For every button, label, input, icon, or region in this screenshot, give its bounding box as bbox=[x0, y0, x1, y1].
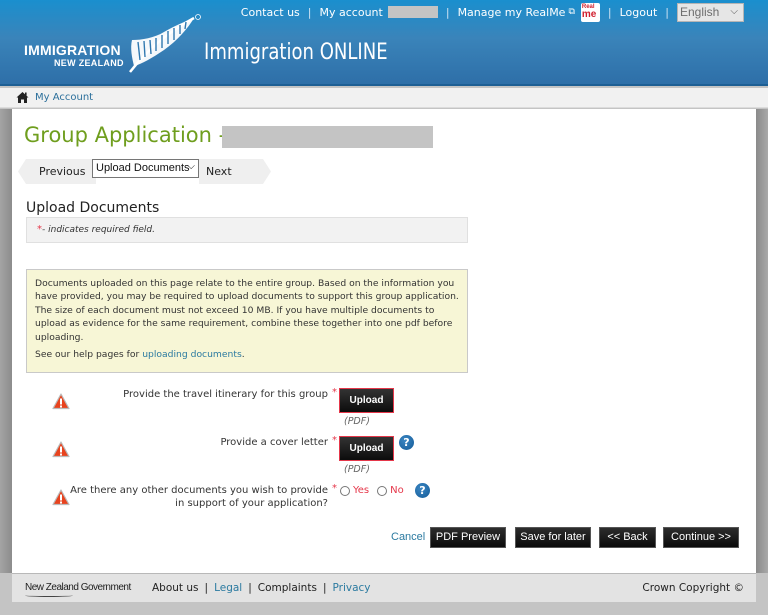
help-line: See our help pages for uploading documen… bbox=[35, 348, 459, 361]
footer-link-complaints[interactable]: Complaints bbox=[258, 582, 317, 594]
uploading-documents-link[interactable]: uploading documents bbox=[142, 349, 242, 360]
silver-fern-icon bbox=[129, 14, 201, 73]
field-label: Provide the travel itinerary for this gr… bbox=[123, 389, 328, 400]
radio-no[interactable] bbox=[377, 485, 388, 496]
radio-yes-label: Yes bbox=[353, 485, 370, 496]
nav-separator: | bbox=[665, 5, 669, 19]
page-title: Group Application - bbox=[24, 123, 227, 147]
redacted-username bbox=[387, 6, 438, 18]
upload-cover-letter-button[interactable]: Upload bbox=[339, 436, 394, 461]
footer-link-privacy[interactable]: Privacy bbox=[332, 582, 370, 594]
radio-no-label: No bbox=[390, 485, 404, 496]
save-for-later-button[interactable]: Save for later bbox=[515, 527, 591, 548]
field-label: Are there any other documents you wish t… bbox=[70, 484, 328, 510]
back-button[interactable]: << Back bbox=[599, 527, 656, 548]
warning-icon bbox=[52, 441, 70, 458]
footer-link-legal[interactable]: Legal bbox=[214, 582, 242, 594]
field-label-line2: in support of your application? bbox=[175, 498, 328, 509]
info-paragraph: Documents uploaded on this page relate t… bbox=[35, 278, 459, 343]
required-field-note: * - indicates required field. bbox=[26, 217, 468, 243]
external-link-icon: ⧉ bbox=[568, 7, 575, 17]
step-select-value: Upload Documents bbox=[96, 162, 190, 174]
pdf-preview-button[interactable]: PDF Preview bbox=[430, 527, 506, 548]
nav-separator: | bbox=[307, 5, 312, 19]
chevron-down-icon: ⌵ bbox=[187, 161, 195, 172]
required-note-text: - indicates required field. bbox=[42, 225, 155, 235]
field-label-line1: Are there any other documents you wish t… bbox=[70, 485, 328, 496]
immigration-nz-logo[interactable]: IMMIGRATION NEW ZEALAND bbox=[24, 14, 204, 74]
info-box: Documents uploaded on this page relate t… bbox=[26, 269, 468, 373]
logo-text-new-zealand: NEW ZEALAND bbox=[54, 58, 124, 68]
manage-realme-link[interactable]: Manage my RealMe bbox=[458, 6, 566, 19]
file-format-note: (PDF) bbox=[344, 416, 370, 427]
file-format-note: (PDF) bbox=[344, 464, 370, 475]
right-gutter bbox=[756, 109, 768, 573]
top-navigation: Contact us | My account | Manage my Real… bbox=[241, 2, 744, 22]
next-step-label: Next bbox=[206, 165, 232, 178]
my-account-link[interactable]: My account bbox=[320, 6, 383, 19]
help-suffix: . bbox=[241, 349, 245, 361]
radio-option-yes[interactable]: Yes bbox=[340, 485, 369, 496]
left-gutter bbox=[0, 109, 12, 573]
breadcrumb-my-account[interactable]: My Account bbox=[35, 92, 93, 103]
breadcrumb: My Account bbox=[0, 88, 768, 108]
other-documents-radio-group: Yes No bbox=[340, 485, 412, 496]
logo-swoosh bbox=[25, 594, 73, 597]
home-icon[interactable] bbox=[16, 91, 29, 104]
required-star: * bbox=[332, 483, 337, 494]
form-actions: Cancel PDF Preview Save for later << Bac… bbox=[12, 527, 756, 549]
footer-link-about-us[interactable]: About us bbox=[152, 582, 199, 594]
copyright: Crown Copyright © bbox=[642, 582, 744, 594]
previous-step-button[interactable]: Previous bbox=[18, 159, 96, 184]
nz-government-logo[interactable]: New Zealand Government bbox=[25, 582, 131, 597]
language-select[interactable]: English ⌵ bbox=[677, 2, 744, 22]
logout-link[interactable]: Logout bbox=[620, 6, 658, 19]
help-prefix: See our help pages for bbox=[35, 349, 143, 361]
field-label: Provide a cover letter bbox=[220, 437, 328, 448]
app-title: Immigration ONLINE bbox=[204, 40, 388, 65]
nav-separator: | bbox=[607, 5, 612, 19]
language-selected-value: English bbox=[680, 4, 720, 19]
footer-separator: | bbox=[322, 582, 327, 594]
contact-us-link[interactable]: Contact us bbox=[241, 6, 300, 19]
section-title: Upload Documents bbox=[26, 200, 160, 216]
radio-yes[interactable] bbox=[340, 485, 350, 496]
redacted-application-name bbox=[222, 126, 433, 148]
nz-government-logo-text: New Zealand Government bbox=[25, 582, 131, 593]
site-header: IMMIGRATION NEW ZEALAND Immigration ONLI… bbox=[0, 0, 768, 86]
step-select[interactable]: Upload Documents ⌵ bbox=[92, 159, 199, 178]
required-star: * bbox=[332, 435, 337, 446]
footer-separator: | bbox=[204, 582, 209, 594]
realme-badge-me: me bbox=[581, 8, 597, 20]
radio-option-no[interactable]: No bbox=[377, 485, 404, 496]
help-icon[interactable]: ? bbox=[415, 483, 430, 498]
next-step-button[interactable]: Next bbox=[199, 159, 271, 184]
main-content: Group Application - Previous Next Upload… bbox=[12, 109, 756, 573]
logo-text-immigration: IMMIGRATION bbox=[24, 42, 121, 58]
help-icon[interactable]: ? bbox=[399, 435, 414, 450]
upload-itinerary-button[interactable]: Upload bbox=[339, 388, 394, 413]
site-footer: New Zealand Government About us | Legal … bbox=[12, 573, 756, 602]
cancel-link[interactable]: Cancel bbox=[391, 531, 425, 543]
footer-separator: | bbox=[248, 582, 252, 594]
warning-icon bbox=[52, 489, 70, 506]
footer-links: About us | Legal | Complaints | Privacy bbox=[152, 582, 371, 594]
chevron-down-icon: ⌵ bbox=[730, 5, 738, 17]
previous-step-label: Previous bbox=[39, 165, 86, 178]
page-bottom-background bbox=[0, 602, 768, 615]
nav-separator: | bbox=[445, 5, 450, 19]
required-star: * bbox=[332, 387, 337, 398]
realme-logo-icon[interactable]: Real me bbox=[580, 2, 600, 22]
continue-button[interactable]: Continue >> bbox=[663, 527, 739, 548]
warning-icon bbox=[52, 393, 70, 410]
